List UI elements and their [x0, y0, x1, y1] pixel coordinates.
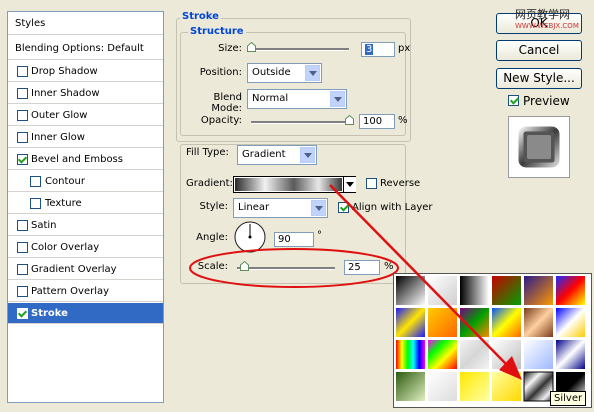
gradient-swatch[interactable]	[556, 340, 585, 369]
gradient-swatch[interactable]	[556, 308, 585, 337]
swatch-tooltip: Silver	[550, 391, 587, 406]
gradient-swatch[interactable]	[524, 308, 553, 337]
gradient-swatch[interactable]	[460, 340, 489, 369]
gradient-swatch[interactable]	[460, 276, 489, 305]
gradient-swatch[interactable]	[524, 340, 553, 369]
gradient-swatch[interactable]	[428, 372, 457, 401]
gradient-swatch[interactable]	[396, 308, 425, 337]
gradient-swatches-layer	[329, 184, 585, 402]
gradient-swatch[interactable]	[428, 308, 457, 337]
gradient-swatch-silver[interactable]	[523, 371, 554, 402]
gradient-swatch[interactable]	[556, 276, 585, 305]
gradient-swatch[interactable]	[492, 276, 521, 305]
gradient-swatch[interactable]	[396, 340, 425, 369]
gradient-swatch[interactable]	[428, 340, 457, 369]
gradient-swatch[interactable]	[396, 276, 425, 305]
gradient-swatch-row-3	[396, 340, 585, 369]
gradient-swatch[interactable]	[396, 372, 425, 401]
gradient-swatch[interactable]	[460, 372, 489, 401]
gradient-swatch[interactable]	[492, 308, 521, 337]
gradient-swatch[interactable]	[524, 276, 553, 305]
gradient-swatch-row-2	[396, 308, 585, 337]
